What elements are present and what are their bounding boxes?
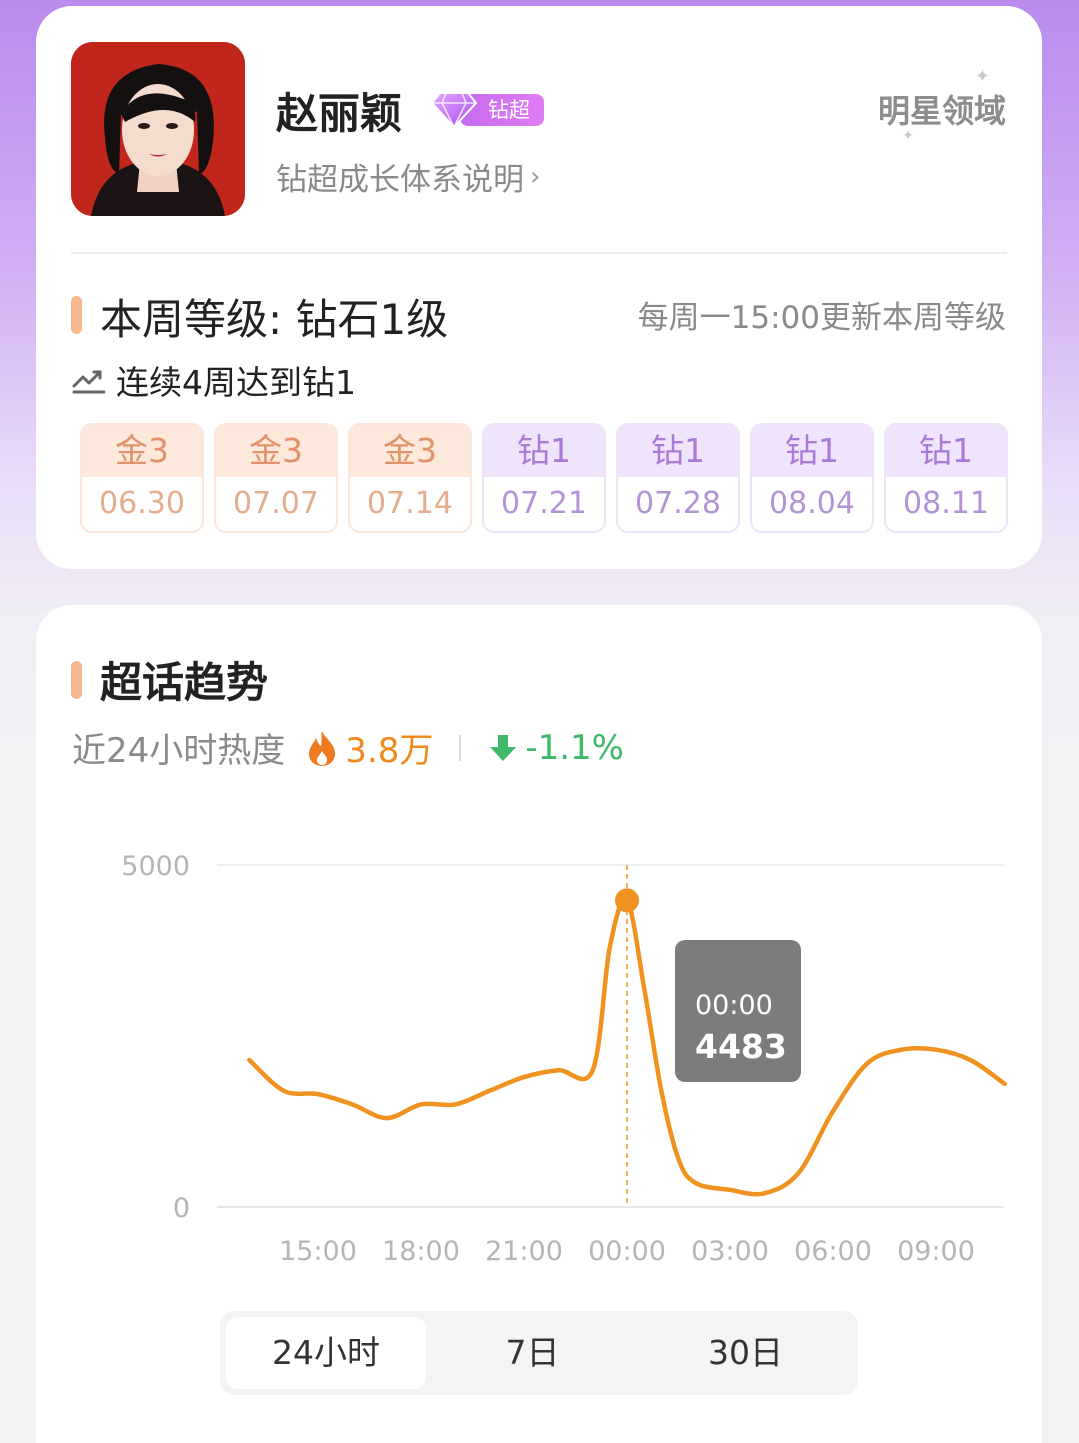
x-tick-label: 09:00: [897, 1236, 975, 1267]
chevron-right-icon: ›: [530, 161, 541, 192]
trend-line-chart[interactable]: 5000 0 15:00 18:00 21:00 00:00 03:00 06:00 09:00…: [72, 840, 1012, 1280]
x-tick-label: 15:00: [279, 1236, 357, 1267]
week-level-item: 钻1 08.04: [750, 423, 874, 533]
x-tick-label: 21:00: [485, 1236, 563, 1267]
trend-title: 超话趋势: [100, 658, 269, 707]
streak-text: 连续4周达到钻1: [116, 363, 356, 402]
y-tick-label: 5000: [121, 851, 190, 882]
week-date: 07.14: [350, 477, 470, 531]
heat-value: 3.8万: [345, 731, 434, 771]
tooltip-value: 4483: [695, 1027, 787, 1066]
section-accent-bar: [71, 661, 82, 699]
trend-up-icon: [72, 370, 106, 394]
separator: [459, 734, 462, 761]
x-tick-label: 06:00: [794, 1236, 872, 1267]
star-name: 赵丽颖: [276, 89, 403, 138]
level-update-note: 每周一15:00更新本周等级: [637, 300, 1006, 336]
weekly-level-title: 本周等级: 钻石1级: [100, 295, 449, 344]
heat-change: -1.1%: [525, 727, 624, 768]
profile-card: 赵丽颖 钻超 钻超成长体系说明 › 明星领域 ✦ ✦ 本周等级: 钻石1级 每周…: [36, 6, 1042, 569]
week-level-item: 钻1 07.28: [616, 423, 740, 533]
trend-card: 超话趋势 近24小时热度 3.8万 -1.1% 5000 0 15:00 18:00 2…: [36, 605, 1042, 1443]
week-level-item: 金3 07.07: [214, 423, 338, 533]
y-tick-label: 0: [173, 1193, 190, 1224]
week-level-item: 钻1 07.21: [482, 423, 606, 533]
heat-label: 近24小时热度: [72, 731, 286, 771]
heat-summary: 近24小时热度 3.8万 -1.1%: [72, 723, 624, 772]
week-date: 06.30: [82, 477, 202, 531]
highlight-point: [615, 888, 639, 913]
divider: [71, 252, 1007, 254]
avatar[interactable]: [71, 42, 245, 216]
section-accent-bar: [71, 296, 82, 334]
week-date: 07.07: [216, 477, 336, 531]
domain-link[interactable]: 明星领域: [878, 86, 1006, 132]
week-date: 07.21: [484, 477, 604, 531]
weekly-level-history: 金3 06.30 金3 07.07 金3 07.14 钻1 07.21 钻1 0…: [80, 423, 1008, 533]
week-date: 08.04: [752, 477, 872, 531]
x-tick-label: 03:00: [691, 1236, 769, 1267]
week-level: 钻1: [484, 425, 604, 477]
range-tabs: 24小时 7日 30日: [220, 1311, 858, 1395]
week-level-item: 金3 07.14: [348, 423, 472, 533]
week-date: 07.28: [618, 477, 738, 531]
growth-system-label: 钻超成长体系说明: [276, 162, 524, 198]
sparkle-icon: ✦: [902, 128, 914, 144]
tooltip-time: 00:00: [695, 990, 773, 1021]
streak-row: 连续4周达到钻1: [72, 356, 356, 404]
week-level-item: 金3 06.30: [80, 423, 204, 533]
week-level: 金3: [82, 425, 202, 477]
tooltip: 00:00 4483: [675, 940, 801, 1082]
diamond-icon: [430, 92, 478, 129]
x-tick-label: 00:00: [588, 1236, 666, 1267]
diamond-super-badge[interactable]: 钻超: [430, 91, 544, 129]
tab-24h[interactable]: 24小时: [226, 1317, 426, 1389]
growth-system-link[interactable]: 钻超成长体系说明 ›: [276, 154, 540, 199]
week-date: 08.11: [886, 477, 1006, 531]
week-level: 钻1: [886, 425, 1006, 477]
sparkle-icon: ✦: [974, 66, 990, 87]
week-level: 金3: [216, 425, 336, 477]
week-level-item: 钻1 08.11: [884, 423, 1008, 533]
tab-7d[interactable]: 7日: [426, 1317, 639, 1389]
week-level: 钻1: [618, 425, 738, 477]
x-tick-label: 18:00: [382, 1236, 460, 1267]
week-level: 钻1: [752, 425, 872, 477]
week-level: 金3: [350, 425, 470, 477]
tab-30d[interactable]: 30日: [639, 1317, 852, 1389]
arrow-down-icon: [490, 734, 517, 761]
flame-icon: [309, 730, 336, 766]
